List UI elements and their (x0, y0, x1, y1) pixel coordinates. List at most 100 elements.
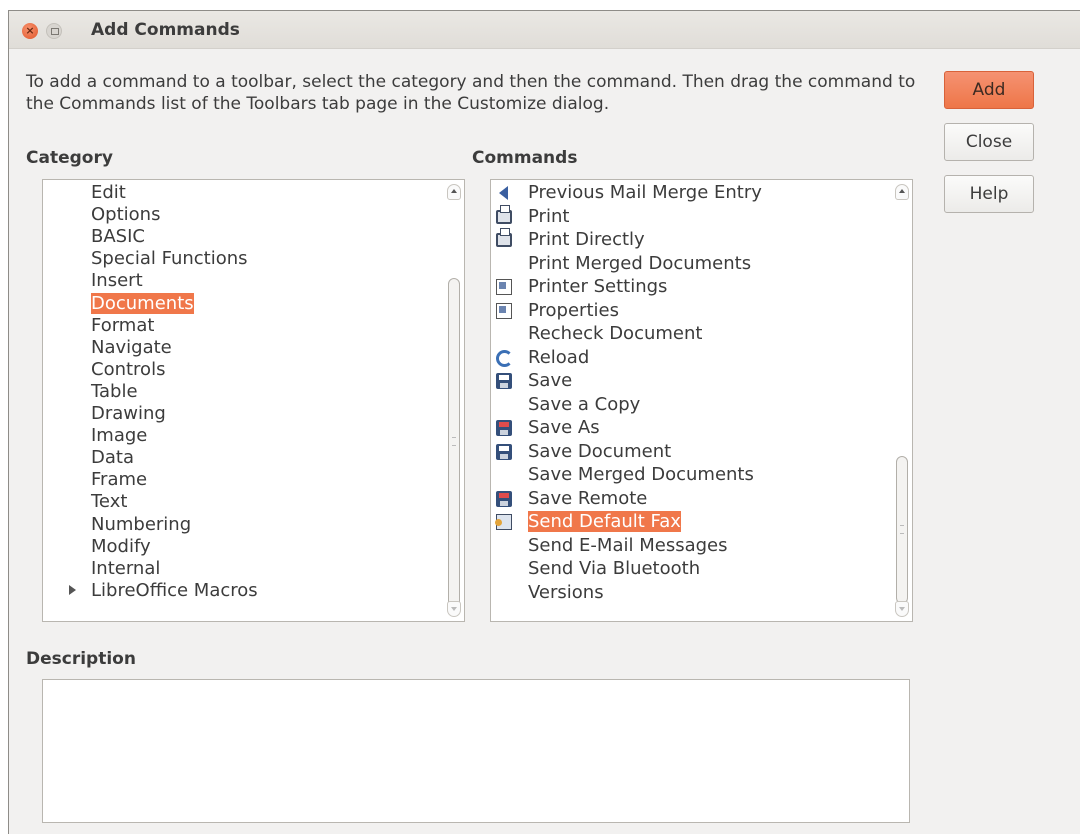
category-item-label: Documents (91, 292, 194, 314)
category-item[interactable]: Internal (91, 558, 160, 580)
scroll-down-icon[interactable] (447, 601, 461, 617)
scroll-thumb[interactable] (448, 278, 460, 608)
category-item-label: Options (91, 204, 161, 226)
command-item-label: Properties (528, 299, 619, 321)
maximize-glyph (51, 28, 59, 35)
category-item[interactable]: Insert (91, 270, 143, 292)
category-item[interactable]: Edit (91, 182, 126, 204)
command-item[interactable]: Print Directly (496, 228, 645, 251)
command-item[interactable]: Versions (528, 582, 604, 604)
command-item[interactable]: Print Merged Documents (528, 253, 751, 275)
command-item[interactable]: Previous Mail Merge Entry (499, 182, 762, 204)
category-item-label: Numbering (91, 513, 192, 535)
command-item[interactable]: Properties (496, 299, 619, 322)
category-item[interactable]: Frame (91, 469, 147, 491)
command-item-label: Save Document (528, 440, 672, 462)
expand-arrow-icon[interactable] (69, 584, 76, 595)
fax-icon (495, 514, 512, 530)
category-item-label: Special Functions (91, 248, 248, 270)
category-item-label: LibreOffice Macros (91, 579, 258, 601)
category-item[interactable]: Navigate (91, 337, 172, 359)
category-item[interactable]: Format (91, 315, 154, 337)
category-item-label: Format (91, 314, 155, 336)
command-item[interactable]: Print (496, 204, 570, 228)
grip-icon (900, 525, 904, 534)
command-item[interactable]: Save (496, 370, 573, 392)
command-item-label: Save As (528, 417, 600, 438)
category-item-label: Edit (91, 182, 126, 203)
command-item-label: Printer Settings (528, 276, 668, 297)
reload-icon (496, 349, 513, 367)
category-item[interactable]: Controls (91, 359, 165, 381)
close-button[interactable]: Close (944, 123, 1034, 161)
grip-icon (452, 437, 456, 446)
close-icon[interactable]: × (22, 23, 38, 39)
category-item[interactable]: BASIC (91, 226, 145, 248)
command-item-label: Print Directly (528, 229, 645, 250)
command-item-label: Send Via Bluetooth (528, 558, 701, 579)
scroll-thumb[interactable] (896, 456, 908, 604)
command-item-label: Save (528, 370, 573, 391)
category-item[interactable]: Drawing (91, 403, 166, 425)
commands-scrollbar[interactable] (893, 182, 911, 619)
command-item-label: Print Merged Documents (528, 252, 752, 274)
category-item-label: Frame (91, 469, 148, 491)
category-item[interactable]: Text (91, 491, 127, 513)
command-item-label: Send Default Fax (528, 511, 681, 532)
command-item-label: Print (528, 205, 570, 227)
command-item[interactable]: Save a Copy (528, 394, 640, 416)
category-item-label: Insert (91, 270, 143, 292)
command-item[interactable]: Recheck Document (528, 323, 702, 345)
command-item[interactable]: Send Via Bluetooth (528, 558, 700, 580)
category-item-label: Data (91, 447, 134, 469)
category-list[interactable]: Edit Options BASIC Special Functions Insert D… (42, 179, 465, 622)
category-item-label: Controls (91, 358, 166, 380)
command-item[interactable]: Printer Settings (496, 276, 668, 298)
category-item[interactable]: Data (91, 447, 134, 469)
category-item[interactable]: Special Functions (91, 248, 248, 270)
add-commands-dialog: × Add Commands To add a command to a too… (8, 10, 1080, 834)
command-item-label: Recheck Document (528, 323, 703, 344)
printer-icon (496, 204, 512, 224)
command-item-label: Send E-Mail Messages (528, 534, 728, 556)
command-item-label: Previous Mail Merge Entry (528, 182, 762, 203)
category-item-label: Image (91, 425, 148, 447)
category-item[interactable]: LibreOffice Macros (69, 579, 258, 602)
command-item[interactable]: Send Default Fax (495, 511, 681, 533)
command-item[interactable]: Send E-Mail Messages (528, 535, 727, 557)
save-icon (496, 373, 512, 389)
command-item[interactable]: Save Remote (496, 488, 647, 510)
category-item[interactable]: Options (91, 204, 160, 226)
command-item[interactable]: Save Document (496, 440, 672, 463)
title-bar: × Add Commands (9, 11, 1080, 49)
help-button[interactable]: Help (944, 175, 1034, 213)
save-as-icon (496, 420, 512, 436)
command-item[interactable]: Save As (496, 417, 600, 439)
commands-label: Commands (472, 148, 578, 168)
category-item-label: Modify (91, 535, 151, 557)
category-item[interactable]: Numbering (91, 514, 191, 536)
category-item-label: Navigate (91, 336, 172, 358)
command-item[interactable]: Reload (496, 347, 589, 369)
category-item[interactable]: Image (91, 425, 147, 447)
description-box (42, 679, 910, 823)
maximize-icon[interactable] (46, 23, 62, 39)
description-label: Description (26, 649, 136, 669)
category-item[interactable]: Modify (91, 536, 151, 558)
commands-list[interactable]: Previous Mail Merge Entry Print Print Dire… (490, 179, 913, 622)
category-scrollbar[interactable] (445, 182, 463, 619)
category-item[interactable]: Documents (91, 292, 194, 315)
print-directly-icon (496, 228, 512, 247)
category-item[interactable]: Table (91, 381, 138, 403)
scroll-up-icon[interactable] (447, 184, 461, 200)
save-remote-icon (496, 490, 512, 507)
command-item-label: Versions (528, 581, 604, 603)
category-item-label: BASIC (91, 226, 145, 248)
add-button[interactable]: Add (944, 71, 1034, 109)
command-item[interactable]: Save Merged Documents (528, 464, 754, 486)
scroll-up-icon[interactable] (895, 184, 909, 200)
scroll-down-icon[interactable] (895, 601, 909, 617)
properties-icon (496, 302, 512, 319)
save-document-icon (496, 443, 512, 460)
instructions-text: To add a command to a toolbar, select th… (26, 72, 916, 114)
